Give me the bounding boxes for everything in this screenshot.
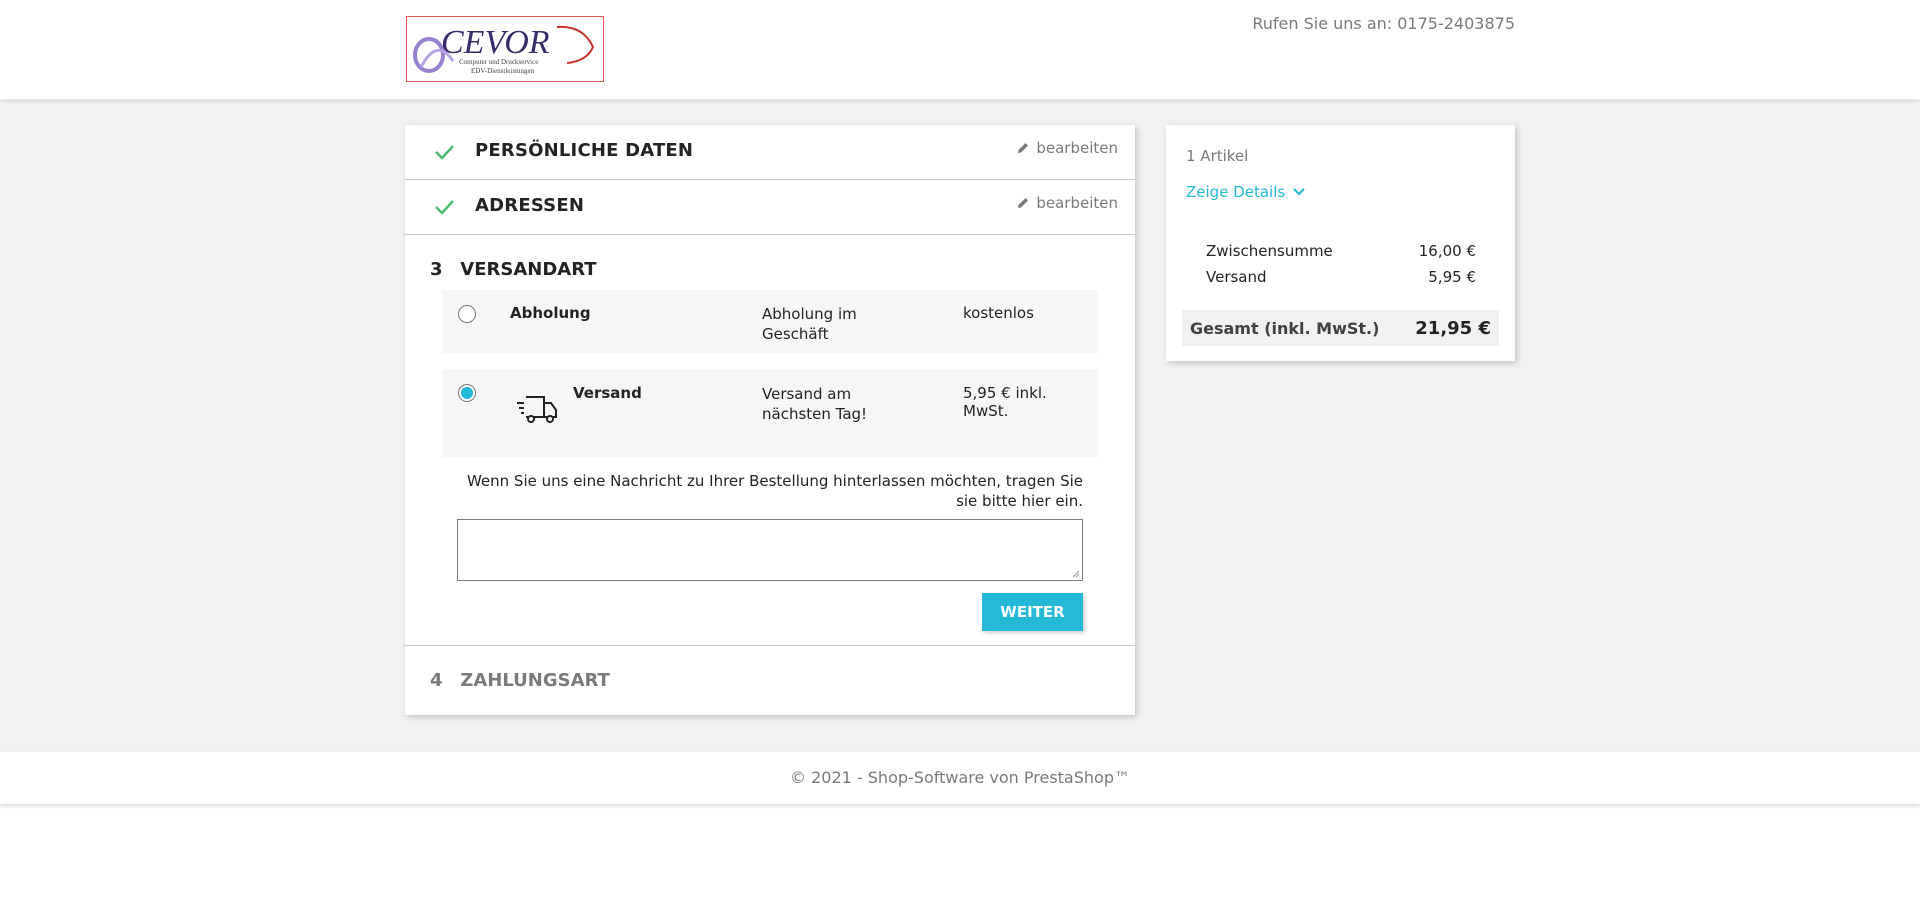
step-shipping: 3 VERSANDART Abholung Abholung im Geschä… xyxy=(405,235,1135,646)
edit-label: bearbeiten xyxy=(1036,194,1118,212)
step-number: 4 xyxy=(430,670,443,691)
cart-summary: 1 Artikel Zeige Details Zwischensumme 16… xyxy=(1166,125,1515,361)
shipping-option-delivery[interactable]: Versand Versand am nächsten Tag! 5,95 € … xyxy=(442,369,1098,457)
site-header: CEVOR Computer und Druckservice EDV-Dien… xyxy=(0,0,1920,99)
details-label: Zeige Details xyxy=(1186,183,1286,201)
order-message-textarea[interactable] xyxy=(457,519,1083,581)
step-payment: 4 ZAHLUNGSART xyxy=(405,646,1135,714)
edit-addresses-link[interactable]: bearbeiten xyxy=(1016,194,1118,212)
check-icon xyxy=(435,200,454,215)
item-count: 1 Artikel xyxy=(1186,147,1249,165)
show-details-toggle[interactable]: Zeige Details xyxy=(1186,183,1305,201)
total-row: Gesamt (inkl. MwSt.) 21,95 € xyxy=(1182,310,1499,346)
step-title: ADRESSEN xyxy=(475,195,585,216)
option-price: kostenlos xyxy=(963,304,1034,322)
step-personal-data[interactable]: PERSÖNLICHE DATEN bearbeiten xyxy=(405,125,1135,180)
svg-text:CEVOR: CEVOR xyxy=(441,24,550,61)
step-heading: 3 VERSANDART xyxy=(430,259,597,280)
option-description: Versand am nächsten Tag! xyxy=(762,385,868,423)
pencil-icon xyxy=(1018,198,1029,208)
step-number: 3 xyxy=(430,259,443,280)
continue-button[interactable]: WEITER xyxy=(982,593,1083,631)
shipping-option-pickup[interactable]: Abholung Abholung im Geschäft kostenlos xyxy=(442,290,1098,353)
total-label: Gesamt (inkl. MwSt.) xyxy=(1190,318,1380,338)
svg-text:EDV-Dienstleistungen: EDV-Dienstleistungen xyxy=(471,67,535,75)
step-heading: 4 ZAHLUNGSART xyxy=(430,670,610,691)
truck-icon xyxy=(517,396,557,423)
phone-contact: Rufen Sie uns an: 0175-2403875 xyxy=(1252,14,1515,33)
total-value: 21,95 € xyxy=(1415,317,1491,339)
option-name: Versand xyxy=(573,384,642,402)
step-title: VERSANDART xyxy=(460,259,597,280)
edit-personal-link[interactable]: bearbeiten xyxy=(1016,139,1118,157)
check-icon xyxy=(435,145,454,160)
shipping-row: Versand 5,95 € xyxy=(1206,268,1476,286)
edit-label: bearbeiten xyxy=(1036,139,1118,157)
subtotal-row: Zwischensumme 16,00 € xyxy=(1206,242,1476,260)
delivery-radio[interactable] xyxy=(458,384,476,402)
logo-graphic: CEVOR Computer und Druckservice EDV-Dien… xyxy=(413,24,595,75)
shop-logo[interactable]: CEVOR Computer und Druckservice EDV-Dien… xyxy=(406,16,604,82)
message-label: Wenn Sie uns eine Nachricht zu Ihrer Bes… xyxy=(466,472,1083,510)
chevron-down-icon xyxy=(1293,188,1305,196)
subtotal-value: 16,00 € xyxy=(1418,242,1476,260)
option-name: Abholung xyxy=(510,304,591,322)
option-price: 5,95 € inkl. MwSt. xyxy=(963,384,1047,420)
subtotal-label: Zwischensumme xyxy=(1206,242,1333,260)
pencil-icon xyxy=(1018,143,1029,153)
checkout-steps: PERSÖNLICHE DATEN bearbeiten ADRESSEN be… xyxy=(405,125,1135,715)
resize-handle-icon[interactable] xyxy=(1072,570,1080,578)
svg-text:Computer und Druckservice: Computer und Druckservice xyxy=(459,58,538,66)
shipping-label: Versand xyxy=(1206,268,1267,286)
shipping-value: 5,95 € xyxy=(1428,268,1476,286)
step-title: PERSÖNLICHE DATEN xyxy=(475,140,694,161)
step-title: ZAHLUNGSART xyxy=(460,670,610,691)
site-footer: © 2021 - Shop-Software von PrestaShop™ xyxy=(0,752,1920,804)
pickup-radio[interactable] xyxy=(458,305,476,323)
footer-copyright-link[interactable]: © 2021 - Shop-Software von PrestaShop™ xyxy=(790,768,1130,787)
option-description: Abholung im Geschäft xyxy=(762,305,857,343)
step-addresses[interactable]: ADRESSEN bearbeiten xyxy=(405,180,1135,235)
